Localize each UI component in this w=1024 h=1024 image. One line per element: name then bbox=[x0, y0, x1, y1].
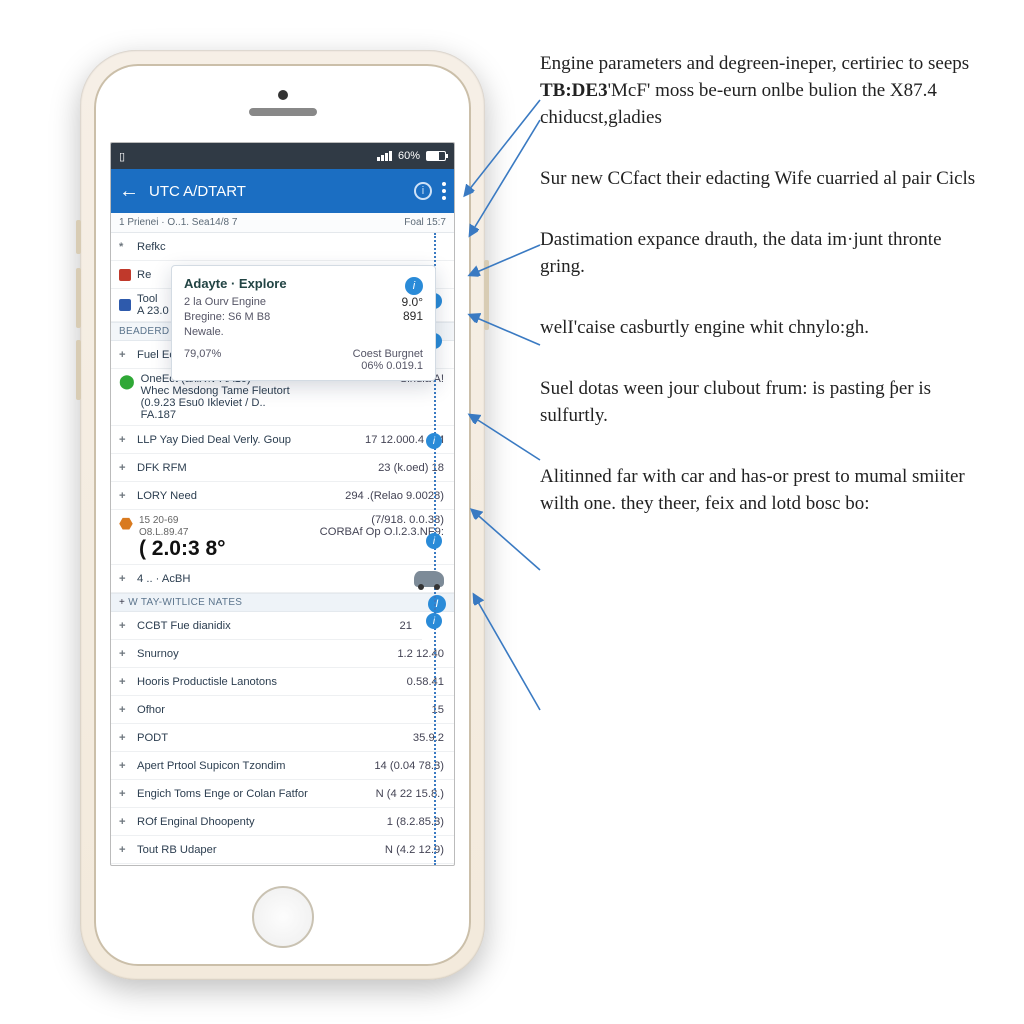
info-badge-icon[interactable]: i bbox=[428, 595, 446, 613]
list-item[interactable]: +CCBT Fue dianidix21 bbox=[111, 612, 422, 640]
row-big-value: ( 2.0:3 8° bbox=[139, 537, 226, 560]
card-footer-1: Coest Burgnet bbox=[353, 348, 423, 360]
info-badge-icon[interactable]: i bbox=[405, 277, 423, 295]
expand-icon[interactable]: + bbox=[119, 597, 128, 608]
battery-icon bbox=[426, 151, 446, 161]
subhdr-right: Foal 15:7 bbox=[404, 217, 446, 228]
card-footer-2: 06% 0.019.1 bbox=[353, 360, 423, 372]
expand-icon[interactable]: + bbox=[119, 844, 131, 856]
list-item[interactable]: +Hooris Productisle Lanotons0.58.41 bbox=[111, 668, 454, 696]
card-title: Adayte · Explore bbox=[184, 276, 287, 291]
row-sublabel: 15 20-69 O8.L.89.47 bbox=[139, 515, 188, 538]
dot-badge-icon: i bbox=[426, 533, 442, 549]
annotation: welI'caise casburtly engine whit chnylo:… bbox=[540, 314, 984, 341]
expand-icon[interactable]: + bbox=[119, 732, 131, 744]
wifi-icon bbox=[377, 151, 392, 161]
expand-icon[interactable]: + bbox=[119, 349, 131, 361]
power-button bbox=[484, 260, 489, 330]
list-item[interactable]: +4 .. · AcBH bbox=[111, 565, 454, 593]
car-icon bbox=[414, 571, 444, 587]
back-icon[interactable]: ← bbox=[119, 180, 139, 203]
sub-header: 1 Prienei · O..1. Sea14/8 7 Foal 15:7 bbox=[111, 213, 454, 233]
phone-frame: ▯ 60% ← UTC A/DTART i 1 Prienei · O..1. … bbox=[80, 50, 485, 980]
expand-icon[interactable]: + bbox=[119, 760, 131, 772]
camera-icon bbox=[278, 90, 288, 100]
list-item[interactable]: +Engich Toms Enge or Colan FatforN (4 22… bbox=[111, 780, 454, 808]
status-dot-icon bbox=[119, 299, 131, 311]
card-pct: 79,07% bbox=[184, 348, 221, 372]
card-value-1: 9.0° bbox=[402, 295, 423, 309]
annotation: Dastimation expance drauth, the data im·… bbox=[540, 226, 984, 280]
section-header: + W Tay-Witlice Natesi bbox=[111, 593, 454, 612]
expand-icon[interactable]: + bbox=[119, 490, 131, 502]
annotation: Suel dotas ween jour clubout frum: is pa… bbox=[540, 375, 984, 429]
list-item[interactable]: +DFK RFM23 (k.oed) 18 bbox=[111, 454, 454, 482]
list-item[interactable]: *Refkc bbox=[111, 233, 454, 261]
list-item[interactable]: +PODT35.9.2 bbox=[111, 724, 454, 752]
annotation: Sur new CCfact their edacting Wife cuarr… bbox=[540, 165, 984, 192]
detail-card[interactable]: Adayte · Explore i 2 la Ourv Engine Breg… bbox=[171, 265, 436, 381]
vol-up bbox=[76, 268, 81, 328]
subhdr-left: 1 Prienei · O..1. Sea14/8 7 bbox=[119, 217, 237, 228]
app-screen: ▯ 60% ← UTC A/DTART i 1 Prienei · O..1. … bbox=[110, 142, 455, 866]
pin-icon: ⬤ bbox=[119, 373, 135, 390]
list-item[interactable]: +ROf Enginal Dhoopenty1 (8.2.85.3) bbox=[111, 808, 454, 836]
expand-icon[interactable]: + bbox=[119, 788, 131, 800]
list-item[interactable]: +Cmal Exsentutile Tolel Allisonnt 1.8 o … bbox=[111, 864, 454, 865]
list-item[interactable]: ⬣ 15 20-69 O8.L.89.47( 2.0:3 8° (7/918. … bbox=[111, 510, 454, 565]
expand-icon[interactable]: + bbox=[119, 676, 131, 688]
status-dot-icon bbox=[119, 269, 131, 281]
expand-icon[interactable]: + bbox=[119, 704, 131, 716]
dot-badge-icon: i bbox=[426, 433, 442, 449]
expand-icon[interactable]: + bbox=[119, 462, 131, 474]
expand-icon[interactable]: + bbox=[119, 648, 131, 660]
list-item[interactable]: +Tout RB UdaperN (4.2 12.9) bbox=[111, 836, 454, 864]
data-list[interactable]: i i i i i Adayte · Explore i 2 la Ourv E… bbox=[111, 233, 454, 865]
list-item[interactable]: +Snurnoy1.2 12.40 bbox=[111, 640, 454, 668]
home-button[interactable] bbox=[252, 886, 314, 948]
flame-icon: ⬣ bbox=[119, 514, 133, 534]
card-lines: 2 la Ourv Engine Bregine: S6 M B8 Newale… bbox=[184, 295, 270, 340]
expand-icon[interactable]: + bbox=[119, 816, 131, 828]
card-value-2: 891 bbox=[402, 309, 423, 323]
expand-icon[interactable]: * bbox=[119, 241, 131, 253]
dot-badge-icon: i bbox=[426, 613, 442, 629]
mute-switch bbox=[76, 220, 81, 254]
phone-bezel-top bbox=[94, 64, 471, 142]
page-title: UTC A/DTART bbox=[149, 183, 246, 200]
annotation: Engine parameters and degreen-ineper, ce… bbox=[540, 50, 984, 131]
status-bar: ▯ 60% bbox=[111, 143, 454, 169]
annotation: Alitinned far with car and has-or prest … bbox=[540, 463, 984, 517]
vol-down bbox=[76, 340, 81, 400]
list-item[interactable]: +Apert Prtool Supicon Tzondim14 (0.04 78… bbox=[111, 752, 454, 780]
info-icon[interactable]: i bbox=[414, 182, 432, 200]
battery-pct: 60% bbox=[398, 150, 420, 162]
status-left-icon: ▯ bbox=[119, 150, 125, 163]
annotation-column: Engine parameters and degreen-ineper, ce… bbox=[540, 50, 984, 551]
expand-icon[interactable]: + bbox=[119, 620, 131, 632]
expand-icon[interactable]: + bbox=[119, 573, 131, 585]
list-item[interactable]: +LLP Yay Died Deal Verly. Goup17 12.000.… bbox=[111, 426, 454, 454]
overflow-menu-icon[interactable] bbox=[442, 182, 446, 200]
expand-icon[interactable]: + bbox=[119, 434, 131, 446]
list-item[interactable]: +Ofhor15 bbox=[111, 696, 454, 724]
list-item[interactable]: +LORY Need294 .(Relao 9.0028) bbox=[111, 482, 454, 510]
app-header: ← UTC A/DTART i bbox=[111, 169, 454, 213]
speaker-icon bbox=[249, 108, 317, 116]
